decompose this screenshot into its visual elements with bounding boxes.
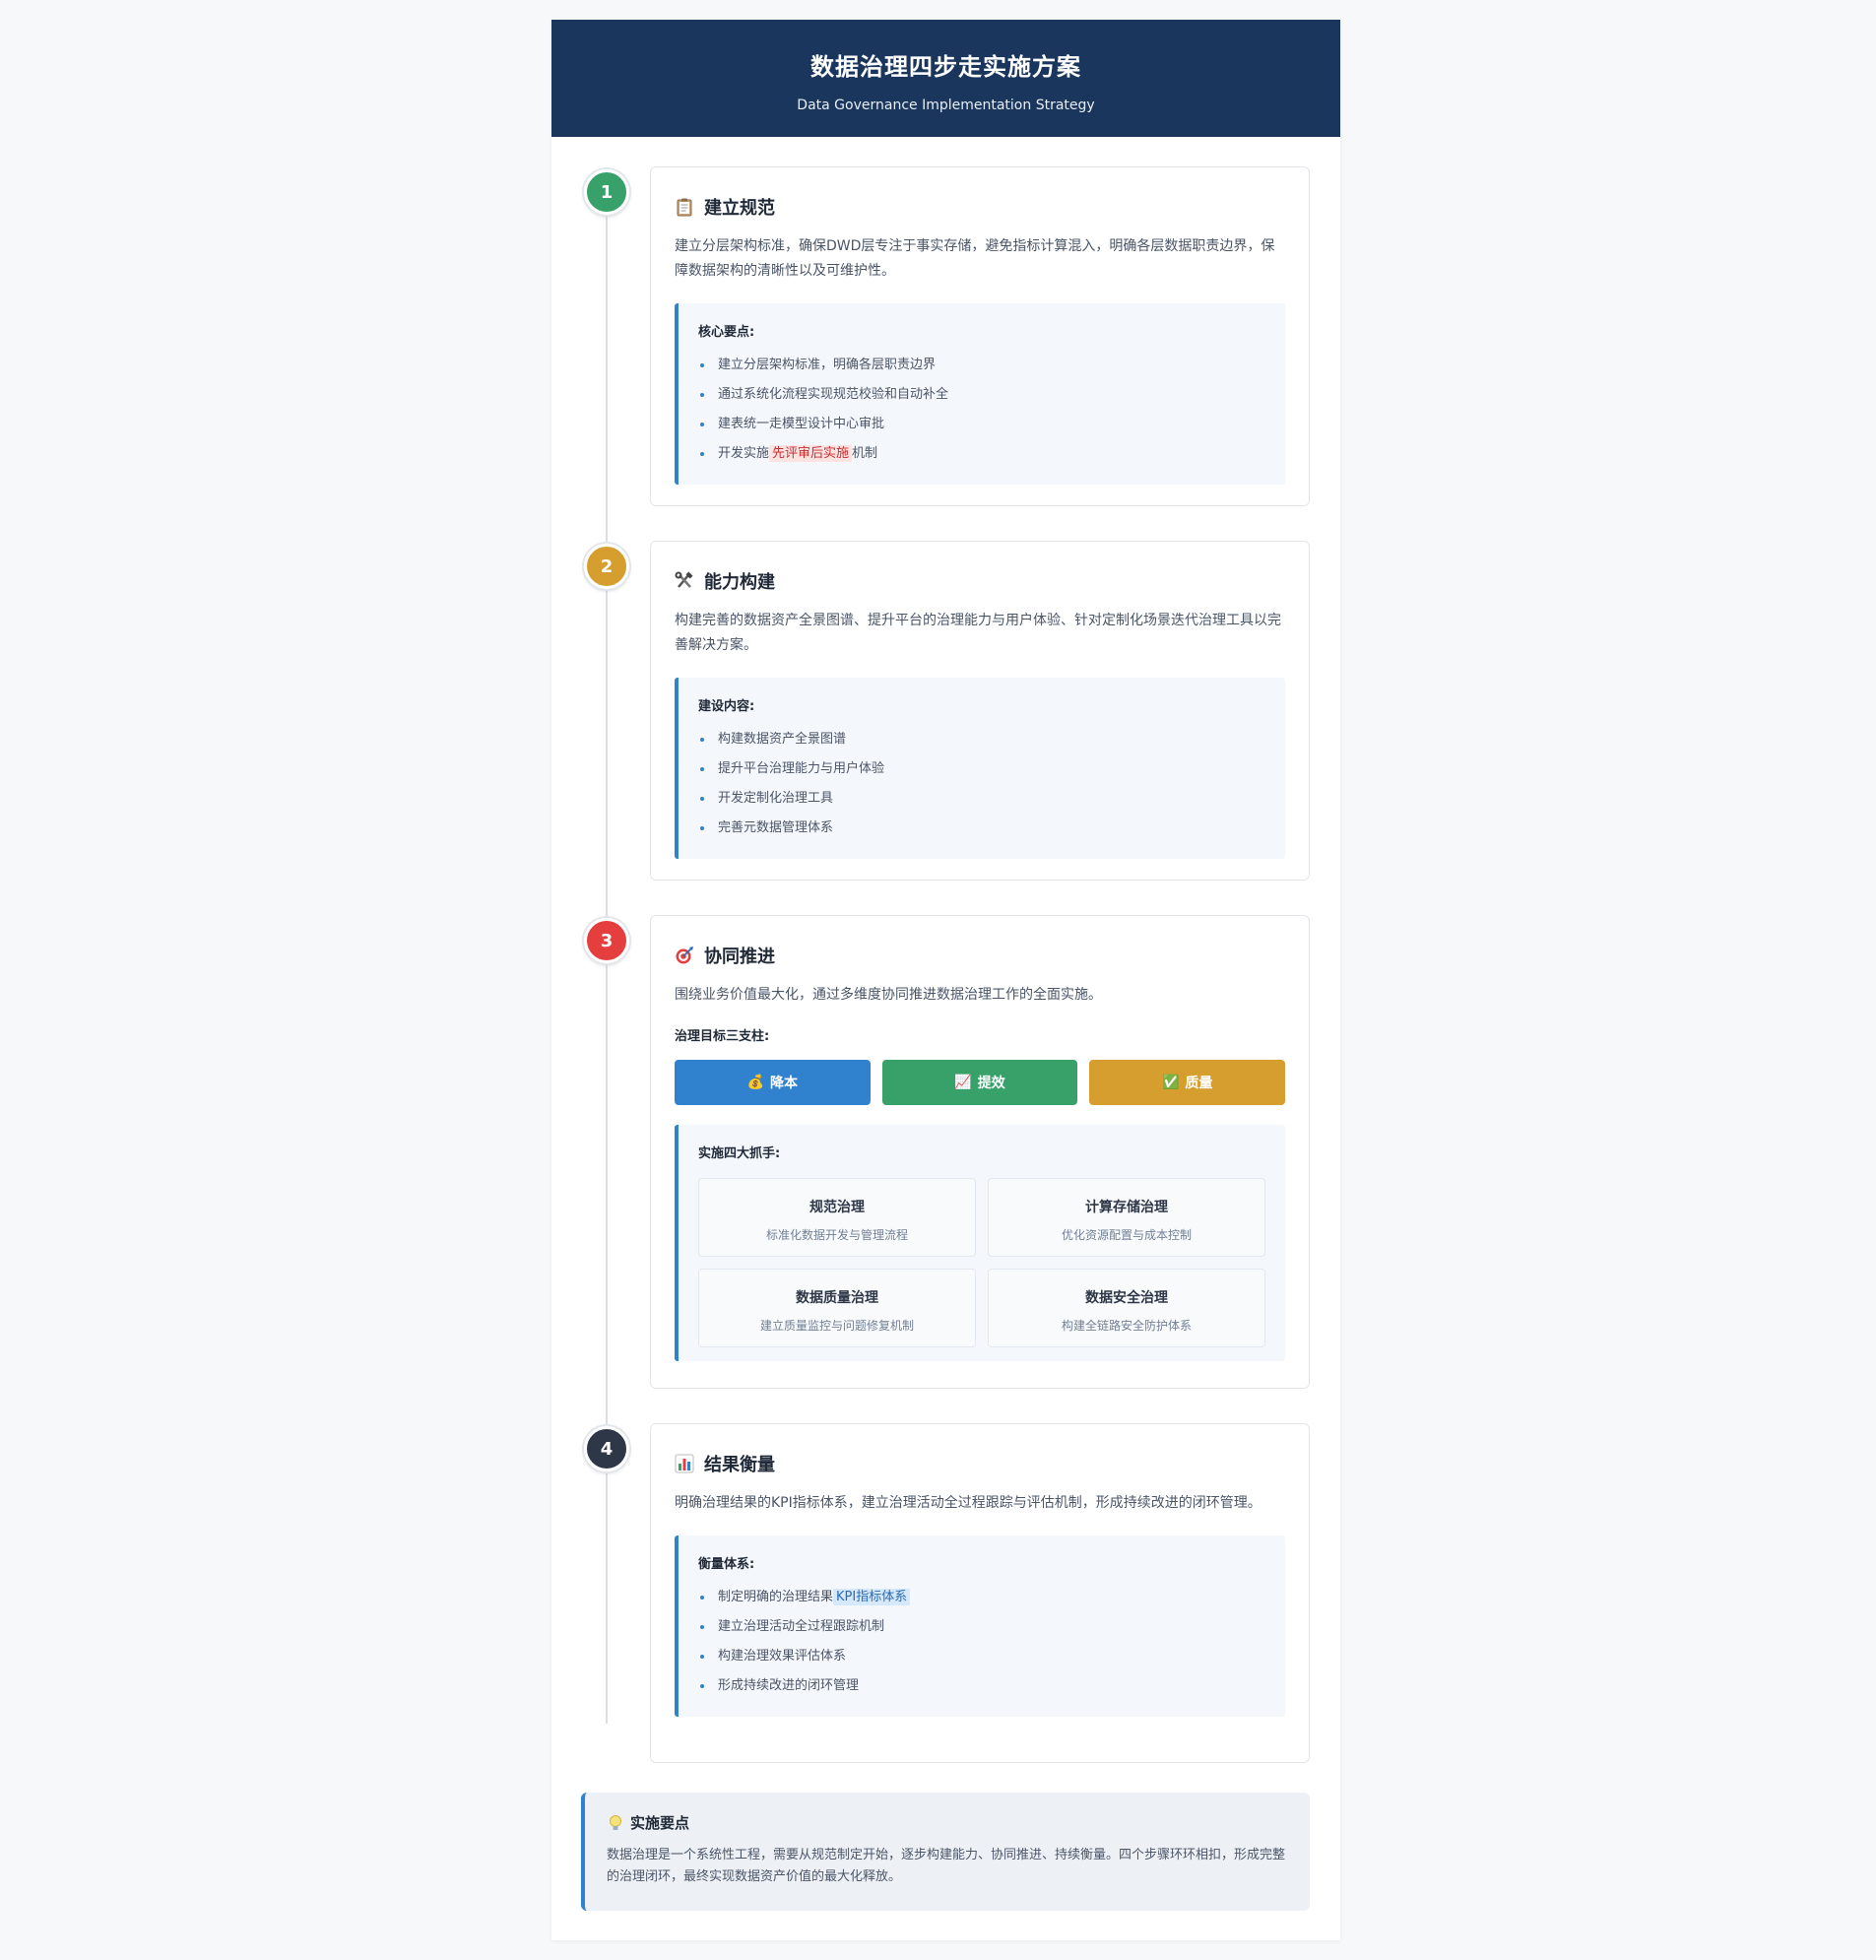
pillars-label: 治理目标三支柱: xyxy=(675,1029,770,1044)
grid-item-desc: 构建全链路安全防护体系 xyxy=(1061,1319,1192,1333)
step-3-heading: 协同推进 xyxy=(675,944,1285,967)
target-icon xyxy=(675,946,694,965)
list-item: 建立分层架构标准，明确各层职责边界 xyxy=(698,351,1265,380)
highlight-tag: KPI指标体系 xyxy=(833,1589,911,1605)
step-1-box: 核心要点: 建立分层架构标准，明确各层职责边界 通过系统化流程实现规范校验和自动… xyxy=(675,303,1285,485)
step-3-box: 实施四大抓手: 规范治理标准化数据开发与管理流程 计算存储治理优化资源配置与成本… xyxy=(675,1125,1285,1361)
step-4-card: 结果衡量 明确治理结果的KPI指标体系，建立治理活动全过程跟踪与评估机制，形成持… xyxy=(650,1423,1310,1763)
grid-item-title: 计算存储治理 xyxy=(1085,1200,1168,1215)
list-item-text: 机制 xyxy=(852,446,878,461)
step-1-card: 建立规范 建立分层架构标准，确保DWD层专注于事实存储，避免指标计算混入，明确各… xyxy=(650,166,1310,506)
pillars-row: 💰 降本 📈 提效 ✅ 质量 xyxy=(675,1060,1286,1105)
page-container: 数据治理四步走实施方案 Data Governance Implementati… xyxy=(551,20,1340,1940)
pillar-efficiency: 📈 提效 xyxy=(881,1060,1078,1105)
page-header: 数据治理四步走实施方案 Data Governance Implementati… xyxy=(551,20,1340,137)
step-2-card: 能力构建 构建完善的数据资产全景图谱、提升平台的治理能力与用户体验、针对定制化场… xyxy=(650,541,1310,881)
step-1-list: 建立分层架构标准，明确各层职责边界 通过系统化流程实现规范校验和自动补全 建表统… xyxy=(698,351,1265,469)
step-2-box: 建设内容: 构建数据资产全景图谱 提升平台治理能力与用户体验 开发定制化治理工具… xyxy=(675,678,1285,859)
lightbulb-icon xyxy=(607,1814,624,1832)
step-4-title: 结果衡量 xyxy=(704,1455,775,1475)
list-item: 建立治理活动全过程跟踪机制 xyxy=(698,1612,1265,1642)
list-item: 形成持续改进的闭环管理 xyxy=(698,1671,1265,1701)
grid-item-title: 数据安全治理 xyxy=(1085,1290,1168,1306)
money-bag-icon: 💰 xyxy=(746,1075,765,1090)
pillar-label: 提效 xyxy=(977,1076,1005,1091)
step-2-title: 能力构建 xyxy=(704,572,775,593)
grid-item: 数据安全治理构建全链路安全防护体系 xyxy=(988,1269,1265,1347)
step-3-description: 围绕业务价值最大化，通过多维度协同推进数据治理工作的全面实施。 xyxy=(675,987,1102,1003)
pillar-quality: ✅ 质量 xyxy=(1089,1060,1286,1105)
step-4-description: 明确治理结果的KPI指标体系，建立治理活动全过程跟踪与评估机制，形成持续改进的闭… xyxy=(675,1495,1261,1511)
list-item: 构建治理效果评估体系 xyxy=(698,1642,1265,1671)
highlight-tag: 先评审后实施 xyxy=(769,445,853,462)
step-4-heading: 结果衡量 xyxy=(675,1452,1285,1475)
list-item: 通过系统化流程实现规范校验和自动补全 xyxy=(698,380,1265,410)
check-icon: ✅ xyxy=(1161,1075,1180,1090)
step-4-list: 制定明确的治理结果 KPI指标体系 建立治理活动全过程跟踪机制 构建治理效果评估体… xyxy=(698,1583,1265,1701)
levers-grid: 规范治理标准化数据开发与管理流程 计算存储治理优化资源配置与成本控制 数据质量治… xyxy=(698,1178,1265,1347)
step-3-box-title: 实施四大抓手: xyxy=(698,1146,781,1161)
grid-item-title: 数据质量治理 xyxy=(796,1290,878,1306)
list-item: 构建数据资产全景图谱 xyxy=(698,725,1265,754)
step-1-number: 1 xyxy=(584,169,629,215)
list-item: 完善元数据管理体系 xyxy=(698,814,1265,843)
list-item: 开发实施 先评审后实施 机制 xyxy=(698,439,1265,469)
list-item: 开发定制化治理工具 xyxy=(698,784,1265,814)
timeline-line xyxy=(606,212,608,1724)
pillar-cost-reduction: 💰 降本 xyxy=(675,1060,871,1105)
list-item: 建表统一走模型设计中心审批 xyxy=(698,410,1265,439)
step-2-heading: 能力构建 xyxy=(675,569,1285,593)
step-4-number: 4 xyxy=(584,1426,629,1471)
chart-up-icon: 📈 xyxy=(954,1075,972,1090)
step-3-title: 协同推进 xyxy=(704,947,775,967)
summary-box: 实施要点 数据治理是一个系统性工程，需要从规范制定开始，逐步构建能力、协同推进、… xyxy=(581,1793,1310,1911)
grid-item-desc: 标准化数据开发与管理流程 xyxy=(765,1228,908,1242)
bar-chart-icon xyxy=(675,1454,694,1473)
pillar-label: 降本 xyxy=(770,1076,799,1091)
step-2-number: 2 xyxy=(584,544,629,589)
summary-text: 数据治理是一个系统性工程，需要从规范制定开始，逐步构建能力、协同推进、持续衡量。… xyxy=(607,1848,1286,1884)
summary-heading: 实施要点 xyxy=(607,1812,1288,1833)
tools-icon xyxy=(675,571,694,591)
step-1-title: 建立规范 xyxy=(704,198,775,219)
step-4-box-title: 衡量体系: xyxy=(698,1557,755,1572)
step-1-heading: 建立规范 xyxy=(675,195,1285,219)
list-item: 制定明确的治理结果 KPI指标体系 xyxy=(698,1583,1265,1612)
grid-item-title: 规范治理 xyxy=(809,1200,865,1215)
step-3-card: 协同推进 围绕业务价值最大化，通过多维度协同推进数据治理工作的全面实施。 治理目… xyxy=(650,915,1310,1389)
step-3-number: 3 xyxy=(584,918,629,963)
step-1-box-title: 核心要点: xyxy=(698,325,755,340)
step-1-description: 建立分层架构标准，确保DWD层专注于事实存储，避免指标计算混入，明确各层数据职责… xyxy=(675,238,1275,279)
grid-item: 数据质量治理建立质量监控与问题修复机制 xyxy=(698,1269,976,1347)
summary-title: 实施要点 xyxy=(630,1814,690,1832)
step-4-box: 衡量体系: 制定明确的治理结果 KPI指标体系 建立治理活动全过程跟踪机制 构建治… xyxy=(675,1535,1285,1717)
list-item: 提升平台治理能力与用户体验 xyxy=(698,754,1265,784)
step-2-box-title: 建设内容: xyxy=(698,699,755,714)
pillar-label: 质量 xyxy=(1185,1076,1213,1091)
list-item-text: 制定明确的治理结果 xyxy=(718,1590,834,1604)
grid-item-desc: 建立质量监控与问题修复机制 xyxy=(759,1319,914,1333)
list-item-text: 开发实施 xyxy=(718,446,770,461)
grid-item-desc: 优化资源配置与成本控制 xyxy=(1061,1228,1192,1242)
step-2-description: 构建完善的数据资产全景图谱、提升平台的治理能力与用户体验、针对定制化场景迭代治理… xyxy=(675,613,1281,653)
grid-item: 规范治理标准化数据开发与管理流程 xyxy=(698,1178,976,1257)
step-2-list: 构建数据资产全景图谱 提升平台治理能力与用户体验 开发定制化治理工具 完善元数据… xyxy=(698,725,1265,843)
grid-item: 计算存储治理优化资源配置与成本控制 xyxy=(988,1178,1265,1257)
clipboard-icon xyxy=(675,197,694,217)
page-title: 数据治理四步走实施方案 xyxy=(810,53,1081,81)
page-subtitle: Data Governance Implementation Strategy xyxy=(797,98,1095,113)
